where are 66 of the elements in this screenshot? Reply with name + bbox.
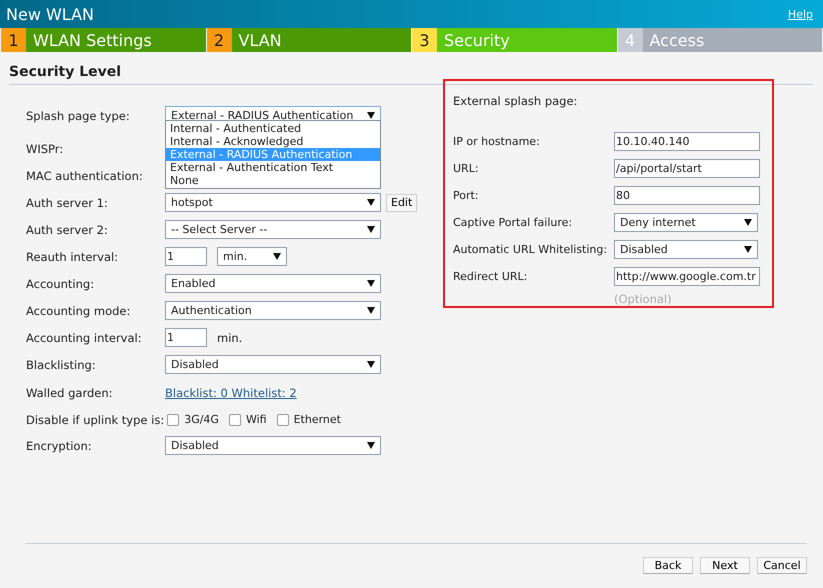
wizard-button[interactable]: Cancel [757,557,807,574]
field-label: Redirect URL: [453,270,528,283]
input-field[interactable]: 10.10.40.140 [614,132,760,151]
field-label: Auth server 2: [26,222,109,236]
unit-label: min. [217,330,242,344]
field-label: URL: [453,162,480,175]
dropdown-option[interactable]: Internal - Authenticated [166,122,380,135]
checkbox-label: Wifi [246,413,267,426]
caret-icon [744,246,752,253]
input-field[interactable]: 80 [614,186,760,205]
select-field[interactable]: -- Select Server -- [165,220,381,239]
caret-icon [273,253,281,260]
caret-icon [367,307,375,314]
field-label: Captive Portal failure: [453,216,574,229]
field-label: Reauth interval: [26,250,120,264]
checkbox[interactable] [167,414,180,426]
checkbox[interactable] [276,414,289,426]
optional-hint: (Optional) [614,292,673,306]
input-field[interactable]: /api/portal/start [614,159,760,178]
field-label: Accounting mode: [26,304,132,318]
caret-icon [367,199,375,206]
select-field[interactable]: Disabled [165,436,381,455]
select-field[interactable]: Disabled [165,355,381,374]
select-field[interactable]: min. [217,247,287,266]
field-label: Splash page type: [26,108,131,122]
checkbox-label: Ethernet [294,413,341,426]
select-field[interactable]: Deny internet [614,213,758,232]
dropdown-option[interactable]: External - Authentication Text [166,161,380,174]
select-field[interactable]: Disabled [614,240,758,259]
panel-heading: External splash page: [453,93,578,110]
wizard-button[interactable]: Next [700,557,750,574]
wizard-button[interactable]: Back [643,557,693,574]
caret-icon [367,442,375,449]
walled-garden-link[interactable]: Blacklist: 0 Whitelist: 2 [165,386,297,400]
field-label: Auth server 1: [26,196,109,210]
field-label: Walled garden: [26,386,114,400]
checkbox-label: 3G/4G [184,413,219,426]
field-label: Accounting: [26,276,96,290]
field-label: Disable if uplink type is: [26,412,166,426]
dropdown-option[interactable]: Internal - Acknowledged [166,135,380,148]
field-label: Blacklisting: [26,358,97,372]
edit-button[interactable]: Edit [386,194,418,212]
input-field[interactable]: 1 [165,328,207,347]
wizard-step[interactable]: 2 VLAN [206,28,411,52]
field-label: IP or hostname: [453,135,541,148]
select-field[interactable]: Authentication [165,301,381,320]
field-label: Port: [453,189,480,202]
checkbox[interactable] [228,414,241,426]
select-field[interactable]: hotspot [165,193,381,212]
field-label: Encryption: [26,438,93,452]
field-label: WISPr: [26,142,64,156]
input-field[interactable]: http://www.google.com.tr [614,267,760,286]
field-label: MAC authentication: [26,168,144,182]
wizard-step[interactable]: 3 Security [412,28,616,52]
caret-icon [367,361,375,368]
wizard-step[interactable]: 1 WLAN Settings [1,28,206,52]
select-field[interactable]: Enabled [165,274,381,293]
caret-icon [367,226,375,233]
input-field[interactable]: 1 [165,247,207,266]
dropdown-option[interactable]: None [166,174,380,187]
field-label: Automatic URL Whitelisting: [453,243,608,256]
caret-icon [744,219,752,226]
field-label: Accounting interval: [26,330,143,344]
window-title: New WLAN [6,4,94,24]
section-title: Security Level [9,64,813,85]
caret-icon [367,280,375,287]
